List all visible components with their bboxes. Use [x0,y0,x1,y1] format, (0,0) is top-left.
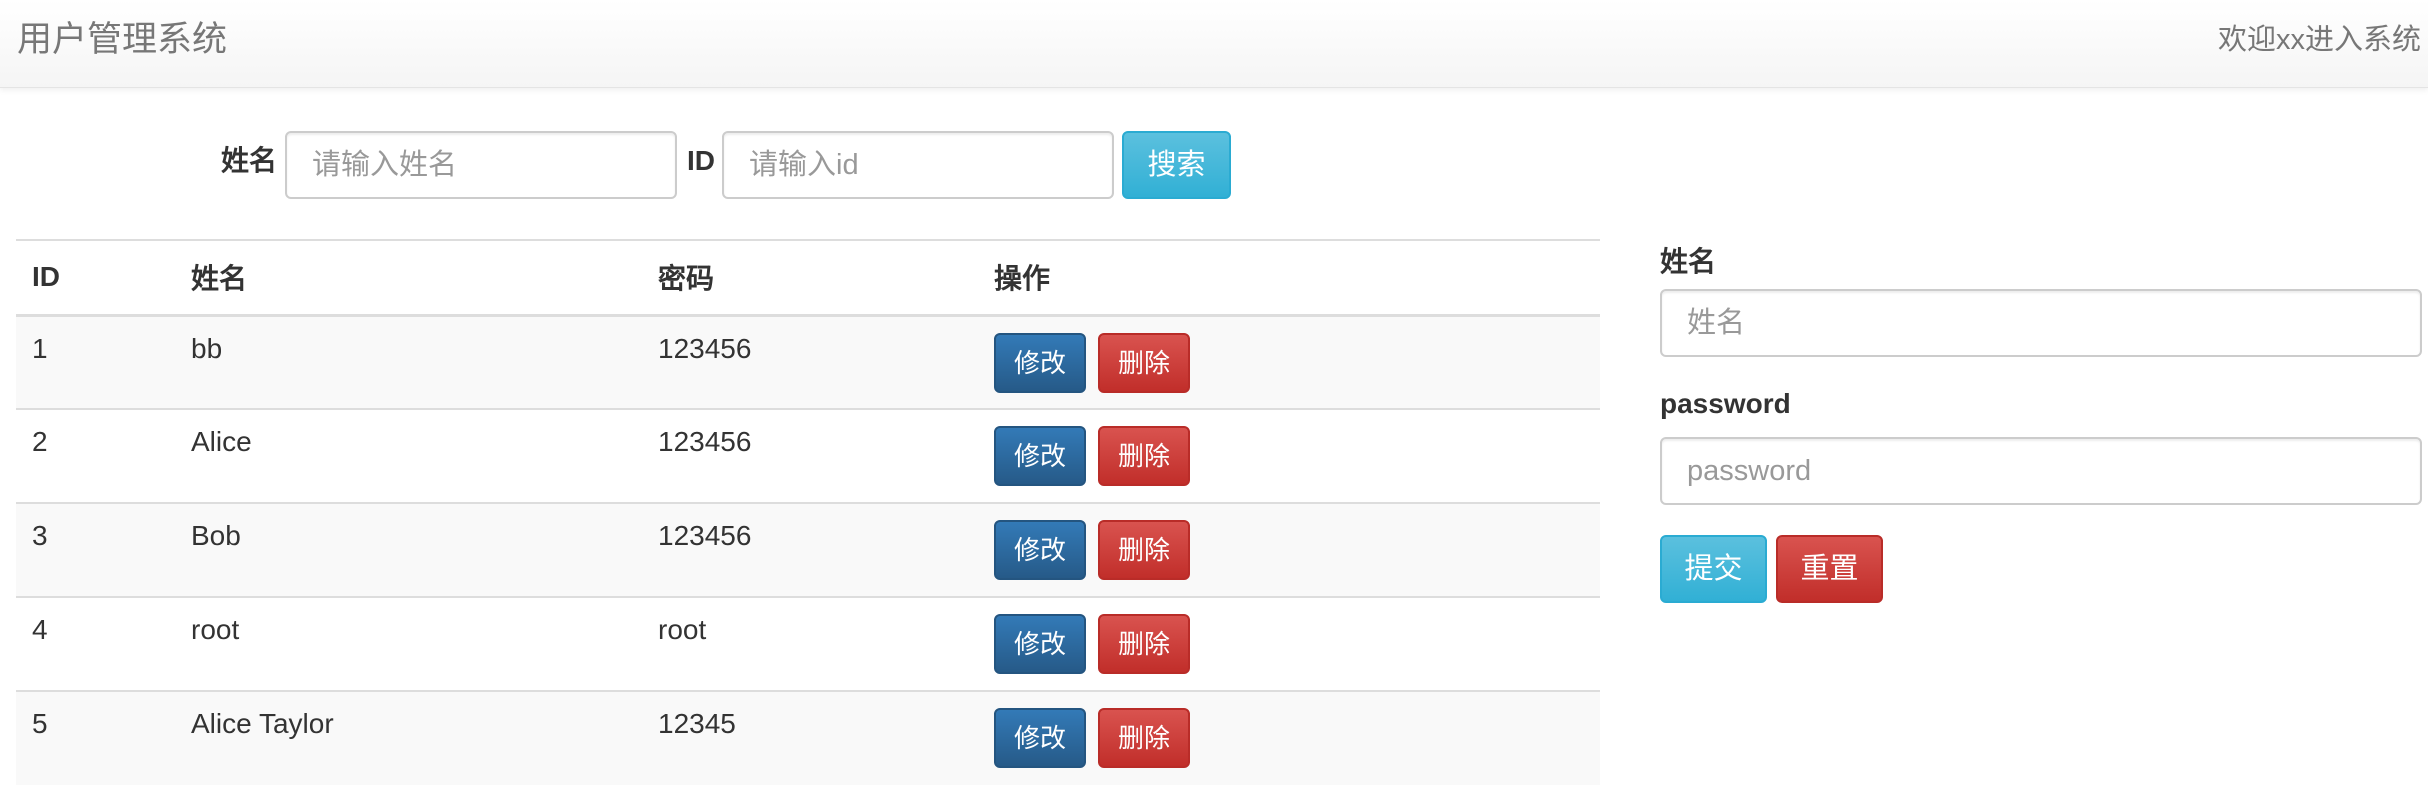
table-row: 2 Alice 123456 修改 删除 [16,408,1600,503]
cell-password: 123456 [642,408,978,503]
cell-id: 2 [16,408,175,503]
form-name-label: 姓名 [1660,246,1717,277]
column-header-id: ID [16,239,175,317]
column-header-actions: 操作 [978,239,1600,317]
cell-name: Bob [175,502,642,597]
table-row: 4 root root 修改 删除 [16,596,1600,691]
cell-id: 1 [16,314,175,409]
edit-button[interactable]: 修改 [994,708,1086,768]
cell-password: 123456 [642,314,978,409]
navbar: 用户管理系统 欢迎xx进入系统 [0,0,2428,88]
column-header-password: 密码 [642,239,978,317]
cell-id: 3 [16,502,175,597]
table-header-row: ID 姓名 密码 操作 [16,239,1600,317]
edit-button[interactable]: 修改 [994,614,1086,674]
cell-name: bb [175,314,642,409]
search-id-label: ID [687,145,715,176]
table-row: 3 Bob 123456 修改 删除 [16,502,1600,597]
reset-button[interactable]: 重置 [1776,535,1883,603]
table-row: 1 bb 123456 修改 删除 [16,314,1600,409]
delete-button[interactable]: 删除 [1098,426,1190,486]
form-name-input[interactable] [1660,289,2422,357]
cell-name: root [175,596,642,691]
submit-button[interactable]: 提交 [1660,535,1767,603]
cell-actions: 修改 删除 [978,314,1600,409]
cell-actions: 修改 删除 [978,690,1600,785]
column-header-name: 姓名 [175,239,642,317]
cell-name: Alice [175,408,642,503]
form-password-input[interactable] [1660,437,2422,505]
delete-button[interactable]: 删除 [1098,708,1190,768]
welcome-text: 欢迎xx进入系统 [2217,24,2421,56]
cell-id: 4 [16,596,175,691]
table-row: 5 Alice Taylor 12345 修改 删除 [16,690,1600,785]
search-id-input[interactable] [722,131,1114,199]
edit-button[interactable]: 修改 [994,332,1086,393]
delete-button[interactable]: 删除 [1098,332,1190,393]
cell-id: 5 [16,690,175,785]
user-table: ID 姓名 密码 操作 1 bb 123456 修改 删除 2 Alice 123… [16,239,1600,785]
cell-password: 12345 [642,690,978,785]
app-title[interactable]: 用户管理系统 [17,18,227,62]
cell-name: Alice Taylor [175,690,642,785]
search-name-label: 姓名 [221,145,278,176]
form-password-label: password [1660,388,1791,419]
cell-actions: 修改 删除 [978,408,1600,503]
delete-button[interactable]: 删除 [1098,614,1190,674]
cell-actions: 修改 删除 [978,502,1600,597]
delete-button[interactable]: 删除 [1098,520,1190,580]
search-button[interactable]: 搜索 [1122,131,1231,199]
search-name-input[interactable] [285,131,677,199]
edit-button[interactable]: 修改 [994,426,1086,486]
cell-actions: 修改 删除 [978,596,1600,691]
search-bar: 姓名 ID 搜索 [0,131,1300,199]
cell-password: root [642,596,978,691]
edit-button[interactable]: 修改 [994,520,1086,580]
cell-password: 123456 [642,502,978,597]
